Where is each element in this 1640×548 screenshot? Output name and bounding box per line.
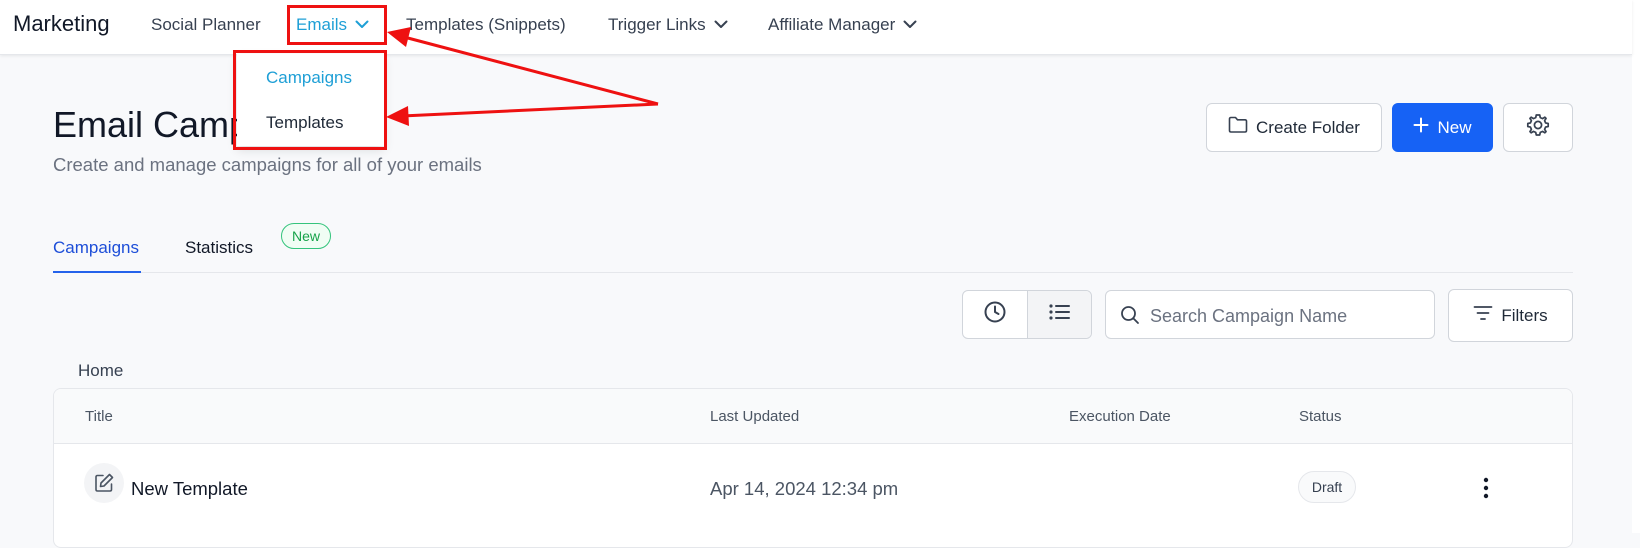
- annotation-arrows: [386, 27, 659, 126]
